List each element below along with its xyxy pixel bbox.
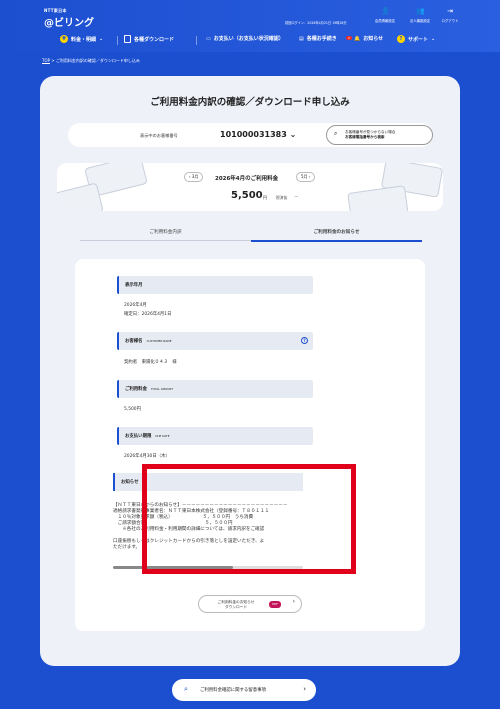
chevron-down-icon: ⌄	[431, 36, 436, 42]
amount-unit: 円	[263, 195, 267, 200]
next-month-button[interactable]: 5月 ›	[296, 172, 316, 182]
nav-downloads[interactable]: 各種ダウンロード	[124, 35, 174, 43]
card-icon: ▭	[206, 35, 211, 42]
nav-support[interactable]: ? サポート ⌄	[397, 35, 435, 43]
prev-month-button[interactable]: ‹ 3月	[184, 172, 204, 182]
tax-dash: －	[294, 195, 299, 200]
last-login-text: 前回ログイン：2026年4月21日 19時18分	[285, 21, 347, 25]
total-amount-value: 5,500円	[124, 407, 141, 412]
yen-icon: ¥	[60, 35, 68, 43]
breadcrumb-current: ご利用料金内訳の確認／ダウンロード申し込み	[55, 58, 140, 63]
group-icon: 👥	[416, 7, 425, 15]
month-title: 2026年4月のご利用料金	[215, 176, 279, 182]
nav-billing[interactable]: ¥ 料金・明細 ⌄	[60, 35, 103, 43]
form-icon: ▤	[299, 35, 304, 42]
info-icon[interactable]: ?	[301, 337, 308, 344]
pdf-badge: PDF	[269, 601, 281, 608]
support-icon: ?	[397, 35, 405, 43]
document-icon	[124, 35, 131, 43]
display-month-value: 2026年4月	[124, 303, 147, 308]
breadcrumb: TOP > ご利用料金内訳の確認／ダウンロード申し込み	[42, 58, 140, 64]
section-display-month: 表示年月	[117, 276, 313, 294]
main-nav: ¥ 料金・明細 ⌄ 各種ダウンロード ▭ お支払い（お支払い状況確認） ▤ 各種お手続き…	[0, 30, 500, 52]
download-notice-button[interactable]: ご利用料金のお知らせ ダウンロード PDF ›	[198, 595, 302, 613]
bell-icon: 🔔	[354, 35, 361, 42]
decorative-bill-image	[57, 182, 104, 211]
chevron-right-icon: ›	[292, 598, 295, 605]
section-total-amount: ご利用料金 TOTAL AMOUNT	[117, 380, 313, 398]
notice-count-badge: 2	[346, 36, 352, 40]
search-document-icon: ⌕	[184, 685, 188, 693]
month-summary-card: ‹ 3月 2026年4月のご利用料金 5月 › 5,500 円 税済抜 －	[57, 163, 443, 211]
nav-divider	[196, 36, 197, 45]
nav-notices[interactable]: 🔔 お知らせ	[354, 35, 383, 43]
account-number-select[interactable]: 101000031383 ⌄	[220, 130, 296, 139]
person-icon: 👤	[381, 7, 390, 15]
account-label: 表示中のお客様番号	[140, 133, 178, 138]
chevron-right-icon: >	[51, 58, 55, 63]
nav-procedures[interactable]: ▤ 各種お手続き	[299, 35, 337, 43]
section-customer-name: お客様名 CUSTOMER NAME?	[117, 332, 313, 350]
logout-icon: ⇥	[447, 7, 453, 15]
logout-link[interactable]: ⇥ ログアウト	[430, 7, 470, 24]
chevron-left-icon: ‹	[189, 174, 191, 179]
monthly-amount: 5,500	[231, 190, 263, 201]
search-icon: ⌕	[334, 130, 338, 137]
section-due-date: お支払い期限 DUE DATE	[117, 427, 313, 445]
due-date-value: 2026年4月30日（木）	[124, 454, 170, 459]
tab-bar: ご利用料金内訳 ご利用料金のお知らせ	[80, 226, 422, 242]
chevron-down-icon: ⌄	[289, 130, 297, 139]
service-logo[interactable]: @ビリング	[44, 14, 94, 29]
search-by-phone-button[interactable]: ⌕ お客様番号が見つからない場合 お客様電話番号から検索	[326, 125, 433, 145]
chevron-right-icon: ›	[303, 685, 306, 693]
nav-payment[interactable]: ▭ お支払い（お支払い状況確認）	[206, 35, 284, 43]
page-title: ご利用料金内訳の確認／ダウンロード申し込み	[150, 97, 350, 108]
highlight-box	[142, 464, 356, 574]
tab-breakdown[interactable]: ご利用料金内訳	[80, 229, 251, 235]
breadcrumb-home[interactable]: TOP	[42, 58, 50, 63]
main-panel: ご利用料金内訳の確認／ダウンロード申し込み 表示中のお客様番号 10100003…	[40, 76, 460, 666]
decorative-bill-image	[347, 185, 409, 211]
nav-divider	[117, 36, 118, 45]
member-settings-link[interactable]: 👤 会員情報設定	[365, 7, 405, 24]
tab-notice[interactable]: ご利用料金のお知らせ	[251, 229, 422, 242]
customer-name-value: 契約者 東陽化０４３ 様	[124, 360, 177, 365]
chevron-down-icon: ⌄	[99, 36, 104, 42]
account-selector-bar: 表示中のお客様番号 101000031383 ⌄ ⌕ お客様番号が見つからない場合…	[68, 123, 433, 147]
confirmed-date-value: 確定日：2026年4月1日	[124, 312, 172, 317]
chevron-right-icon: ›	[308, 174, 311, 179]
billing-notes-link[interactable]: ⌕ ご利用料金確認に関する留意事項 ›	[172, 679, 316, 701]
tax-note: 税済抜	[276, 195, 288, 200]
